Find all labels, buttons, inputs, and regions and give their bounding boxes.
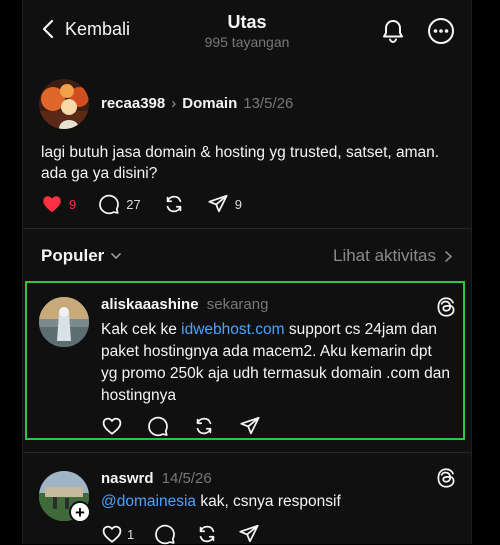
share-button[interactable]: 9 [207,193,242,215]
reply-username[interactable]: naswrd [101,470,154,487]
post-actions: 9 27 9 [41,193,264,215]
reply-time: sekarang [206,296,269,313]
like-count: 9 [69,196,77,212]
like-button[interactable]: 1 [101,523,134,545]
heart-icon[interactable] [101,415,123,437]
like-button[interactable]: 9 [41,193,76,215]
threads-icon[interactable] [435,467,457,489]
bell-icon[interactable] [379,17,407,45]
comment-count: 27 [126,196,141,212]
repost-icon[interactable] [193,415,215,437]
topic-tag[interactable]: Domain [182,95,237,112]
reply-header: aliskaaashine sekarang [101,296,268,313]
share-count: 9 [234,196,242,212]
comment-icon[interactable] [147,415,169,437]
repost-button[interactable] [163,193,185,215]
thread-panel: Kembali Utas 995 tayangan recaa398 › Dom… [22,0,472,545]
repost-icon[interactable] [196,523,218,545]
reply-link[interactable]: idwebhost.com [181,321,284,338]
reply-actions: 1 [101,523,260,545]
top-bar: Kembali Utas 995 tayangan [23,0,471,64]
reply-header: naswrd 14/5/26 [101,470,212,487]
follow-plus-button[interactable]: + [69,501,91,523]
send-icon[interactable] [238,523,260,545]
view-activity-link[interactable]: Lihat aktivitas [333,246,453,266]
avatar[interactable] [39,297,89,347]
heart-icon [102,525,122,543]
post-username[interactable]: recaa398 [101,95,165,112]
chevron-right-icon: › [171,95,177,112]
like-count: 1 [127,526,135,542]
reply-body: @domainesia kak, csnya responsif [101,493,451,511]
reply-time: 14/5/26 [161,470,212,487]
heart-filled-icon [43,196,61,213]
chevron-down-icon [111,253,122,259]
comment-button[interactable]: 27 [98,193,141,215]
avatar[interactable] [39,79,89,129]
chevron-right-icon [445,250,452,262]
reply-text-after: kak, csnya responsif [196,493,341,510]
post-date: 13/5/26 [243,95,294,112]
activity-label: Lihat aktivitas [333,246,436,265]
reply-body: Kak cek ke idwebhost.com support cs 24ja… [101,319,451,407]
repost-icon [166,195,181,213]
comment-icon[interactable] [154,523,176,545]
comment-icon [99,194,120,215]
reply-text-before: Kak cek ke [101,321,182,338]
send-icon[interactable] [239,415,261,437]
threads-icon[interactable] [435,296,457,318]
reply-actions [101,415,261,437]
mention-link[interactable]: @domainesia [101,493,196,510]
sort-dropdown[interactable]: Populer [41,246,122,266]
post-header: recaa398 › Domain 13/5/26 [101,95,293,112]
post-body: lagi butuh jasa domain & hosting yg trus… [41,144,440,182]
send-icon [208,194,228,213]
divider [23,228,471,229]
divider [23,452,471,453]
sort-label: Populer [41,246,105,265]
more-options-icon[interactable] [427,17,455,45]
profile-photo [39,79,89,129]
profile-photo [39,297,89,347]
reply-username[interactable]: aliskaaashine [101,296,199,313]
